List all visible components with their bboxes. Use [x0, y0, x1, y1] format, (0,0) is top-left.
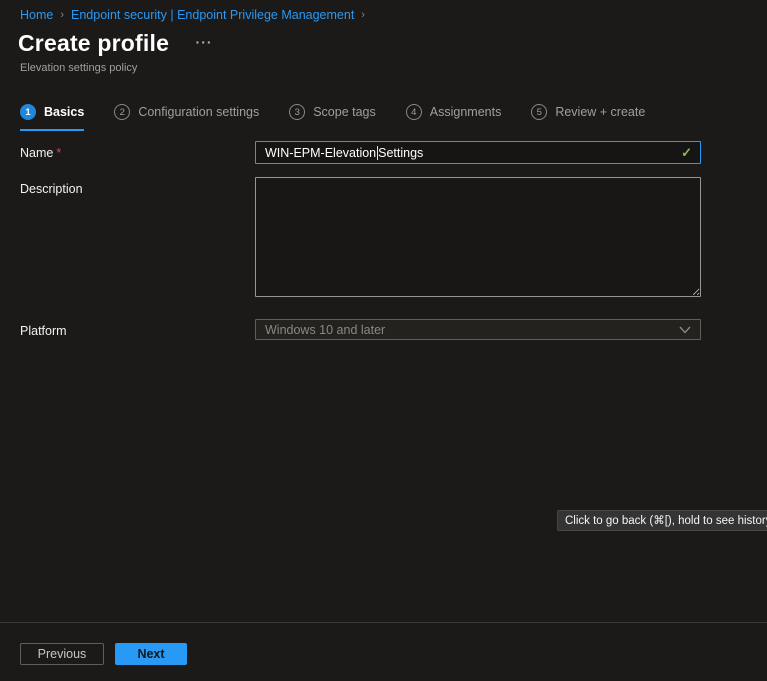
name-input-value: Settings: [378, 146, 423, 160]
tab-basics[interactable]: 1 Basics: [20, 104, 84, 131]
breadcrumb-separator-icon: ›: [60, 9, 64, 21]
platform-field-label: Platform: [20, 319, 255, 338]
description-field-row: Description: [20, 177, 701, 302]
description-textarea[interactable]: [255, 177, 701, 297]
required-asterisk: *: [56, 146, 61, 160]
tab-scope-tags[interactable]: 3 Scope tags: [289, 104, 376, 129]
page-title: Create profile: [18, 30, 169, 57]
page-header: Create profile ··· Elevation settings po…: [18, 30, 213, 74]
step-label: Assignments: [430, 105, 502, 119]
step-number-badge: 2: [114, 104, 130, 120]
platform-dropdown[interactable]: Windows 10 and later: [255, 319, 701, 340]
chevron-down-icon: [679, 326, 691, 334]
name-field-row: Name* WIN-EPM-ElevationSettings ✓: [20, 141, 701, 164]
tab-assignments[interactable]: 4 Assignments: [406, 104, 502, 129]
breadcrumb-endpoint-security-link[interactable]: Endpoint security | Endpoint Privilege M…: [71, 8, 354, 22]
step-label: Scope tags: [313, 105, 376, 119]
breadcrumb-home-link[interactable]: Home: [20, 8, 53, 22]
wizard-steps: 1 Basics 2 Configuration settings 3 Scop…: [20, 104, 645, 131]
step-number-badge: 3: [289, 104, 305, 120]
name-input[interactable]: WIN-EPM-ElevationSettings ✓: [255, 141, 701, 164]
platform-field-row: Platform Windows 10 and later: [20, 319, 701, 340]
step-number-badge: 5: [531, 104, 547, 120]
breadcrumb-separator-icon: ›: [361, 9, 365, 21]
create-profile-page: Home › Endpoint security | Endpoint Priv…: [0, 0, 767, 681]
previous-button[interactable]: Previous: [20, 643, 104, 665]
page-subtitle: Elevation settings policy: [20, 62, 213, 74]
step-label: Review + create: [555, 105, 645, 119]
breadcrumb: Home › Endpoint security | Endpoint Priv…: [20, 8, 365, 22]
label-text: Name: [20, 146, 53, 160]
more-options-ellipsis-icon[interactable]: ···: [196, 34, 213, 50]
basics-form: Name* WIN-EPM-ElevationSettings ✓ Descri…: [20, 141, 701, 340]
tab-review-create[interactable]: 5 Review + create: [531, 104, 645, 129]
wizard-footer: Previous Next: [0, 622, 767, 681]
next-button[interactable]: Next: [115, 643, 187, 665]
step-label: Configuration settings: [138, 105, 259, 119]
step-label: Basics: [44, 105, 84, 119]
back-history-tooltip: Click to go back (⌘[), hold to see histo…: [557, 510, 767, 531]
step-number-badge: 4: [406, 104, 422, 120]
name-input-value: WIN-EPM-Elevation: [265, 146, 376, 160]
step-number-badge: 1: [20, 104, 36, 120]
name-field-label: Name*: [20, 141, 255, 160]
description-field-label: Description: [20, 177, 255, 196]
tab-configuration-settings[interactable]: 2 Configuration settings: [114, 104, 259, 129]
checkmark-icon: ✓: [681, 145, 692, 161]
platform-dropdown-value: Windows 10 and later: [265, 323, 385, 337]
